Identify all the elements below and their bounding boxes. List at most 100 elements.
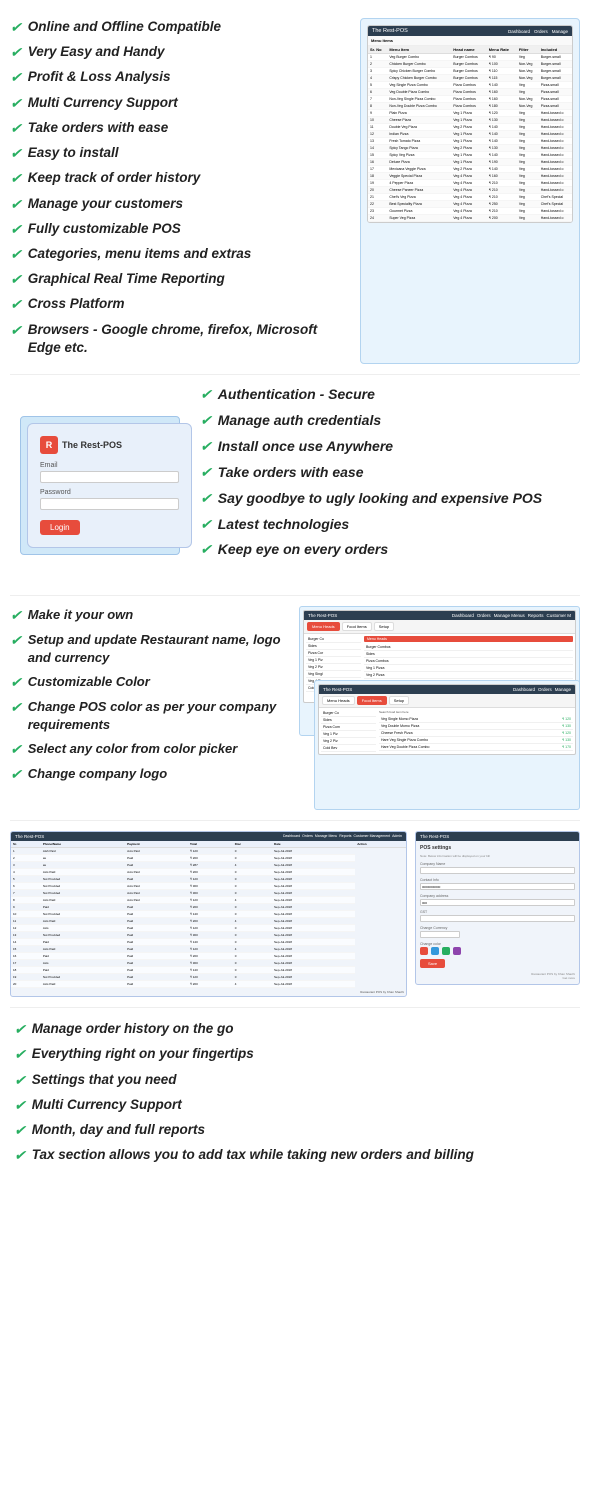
table-row: 17Mexicana Veggie PizzaVeg 2 Pizza₹ 140V… [368, 166, 572, 173]
color-features-list: ✔Make it your own✔Setup and update Resta… [10, 606, 291, 810]
check-icon: ✔ [10, 19, 22, 36]
email-input-mock[interactable] [40, 471, 179, 483]
auth-feature-item: ✔Authentication - Secure [200, 385, 580, 404]
auth-feature-item: ✔Keep eye on every orders [200, 540, 580, 559]
feature-text: Take orders with ease [218, 463, 364, 482]
check-icon: ✔ [10, 120, 22, 137]
table-row: 2Chicken Burger ComboBurger Combos₹ 100N… [368, 61, 572, 68]
check-icon: ✔ [10, 196, 22, 213]
table-row: 17AxisPaid₹ 3000Sep-Jul-2018 [11, 960, 406, 967]
pos-settings-wrap: The Rest-POS POS settings Note: Below in… [415, 831, 580, 985]
bottom-feature-item: ✔ Tax section allows you to add tax while… [14, 1146, 576, 1164]
ss1-nav: DashboardOrdersManage [508, 29, 568, 34]
password-input-mock[interactable] [40, 498, 179, 510]
feature-text: Cross Platform [28, 295, 125, 313]
auth-feature-item: ✔ Take orders with ease [200, 463, 580, 482]
feature-item: ✔Profit & Loss Analysis [10, 68, 350, 86]
color-feature-item: ✔Select any color from color picker [10, 740, 291, 758]
table-row: 10Cheese PizzaVeg 1 Pizza₹ 130VegHand-to… [368, 117, 572, 124]
feature-text: Take orders with ease [28, 119, 169, 137]
color-feature-item: ✔Make it your own [10, 606, 291, 624]
table-row: 5Not ProvidedPaid₹ 1200Sep-Jul-2018 [11, 876, 406, 883]
table-row: 6Not ProvidedAxis Paid₹ 3000Sep-Jul-2018 [11, 883, 406, 890]
bottom-feature-item: ✔ Month, day and full reports [14, 1121, 576, 1139]
table-row: 2asPaid₹ 2000Sep-Jul-2018 [11, 855, 406, 862]
login-button[interactable]: Login [40, 520, 80, 535]
feature-item: ✔ Manage your customers [10, 195, 350, 213]
feature-item: ✔Keep track of order history [10, 169, 350, 187]
table-row: 4Crispy Chicken Burger ComboBurger Combo… [368, 75, 572, 82]
currency-select[interactable] [420, 931, 460, 938]
company-address-input[interactable]: 000 [420, 899, 575, 906]
check-icon: ✔ [200, 516, 212, 533]
color-feature-item: ✔Change POS color as per your company re… [10, 698, 291, 733]
features-list-1: ✔Online and Offline Compatible✔Very Easy… [10, 18, 350, 364]
settings-subtitle: Note: Below information will be displaye… [420, 854, 575, 858]
feature-item: ✔ Categories, menu items and extras [10, 245, 350, 263]
table-row: 3asPaid₹ 2874Sep-Jul-2018 [11, 862, 406, 869]
check-icon: ✔ [14, 1021, 26, 1038]
feature-item: ✔Multi Currency Support [10, 94, 350, 112]
feature-text: Setup and update Restaurant name, logo a… [28, 631, 291, 666]
table-row: 19Not ProvidedPaid₹ 1200Sep-Jul-2018 [11, 974, 406, 981]
feature-text: Make it your own [28, 606, 133, 624]
check-icon: ✔ [10, 699, 22, 716]
section3-color-features: ✔Make it your own✔Setup and update Resta… [0, 596, 590, 820]
table-row: 22Best Speciality PizzaVeg 4 Pizza₹ 250V… [368, 201, 572, 208]
feature-text: Keep track of order history [28, 169, 201, 187]
check-icon: ✔ [10, 246, 22, 263]
feature-text: Categories, menu items and extras [28, 245, 252, 263]
table-row: 18PaidPaid₹ 1400Sep-Jul-2018 [11, 967, 406, 974]
table-row: 12AxisPaid₹ 1200Sep-Jul-2018 [11, 925, 406, 932]
table-row: 6Veg Double Pizza ComboPizza Combos₹ 160… [368, 89, 572, 96]
settings-title: POS settings [420, 845, 575, 851]
bottom-feature-item: ✔Multi Currency Support [14, 1096, 576, 1114]
feature-text: Authentication - Secure [218, 385, 375, 404]
table-row: 8Axis PaidAxis Paid₹ 1204Sep-Jul-2018 [11, 897, 406, 904]
check-icon: ✔ [10, 766, 22, 783]
table-row: 14Spicy Tango PizzaVeg 2 Pizza₹ 130VegHa… [368, 145, 572, 152]
table-row: 12Indian PizzaVeg 1 Pizza₹ 140VegHand-to… [368, 131, 572, 138]
color-feature-item: ✔Customizable Color [10, 673, 291, 691]
company-name-input[interactable] [420, 867, 575, 874]
section5-bottom-features: ✔ Manage order history on the go ✔Everythi… [0, 1008, 590, 1183]
table-row: 5Veg Single Pizza ComboPizza Combos₹ 140… [368, 82, 572, 89]
feature-item: ✔Cross Platform [10, 295, 350, 313]
login-screenshot: R The Rest-POS Email Password Login [10, 385, 190, 585]
contact-info-input[interactable]: 00000000000 [420, 883, 575, 890]
check-icon: ✔ [10, 674, 22, 691]
table-row: 3Spicy Chicken Burger ComboBurger Combos… [368, 68, 572, 75]
table-row: 194 Pepper PizzaVeg 4 Pizza₹ 210VegHand-… [368, 180, 572, 187]
check-icon: ✔ [10, 69, 22, 86]
bottom-feature-item: ✔Everything right on your fingertips [14, 1045, 576, 1063]
feature-text: Very Easy and Handy [28, 43, 165, 61]
table-row: 13Not ProvidedPaid₹ 3000Sep-Jul-2018 [11, 932, 406, 939]
check-icon: ✔ [14, 1122, 26, 1139]
color-feature-item: ✔Change company logo [10, 765, 291, 783]
settings-save-button[interactable]: Save [420, 959, 445, 968]
table-row: 11Double Veg PizzaVeg 2 Pizza₹ 140VegHan… [368, 124, 572, 131]
table-row: 9PaidPaid₹ 2000Sep-Jul-2018 [11, 904, 406, 911]
auth-features-list: ✔Authentication - Secure✔Manage auth cre… [200, 385, 580, 585]
feature-text: Manage order history on the go [32, 1020, 234, 1038]
table-row: 9Plain PizzaVeg 1 Pizza₹ 120VegHand-toss… [368, 110, 572, 117]
check-icon: ✔ [200, 464, 212, 481]
feature-text: Manage your customers [28, 195, 183, 213]
check-icon: ✔ [10, 221, 22, 238]
feature-item: ✔Graphical Real Time Reporting [10, 270, 350, 288]
feature-text: Month, day and full reports [32, 1121, 205, 1139]
auth-feature-item: ✔Latest technologies [200, 515, 580, 534]
check-icon: ✔ [10, 145, 22, 162]
feature-text: Manage auth credentials [218, 411, 381, 430]
table-row: 4Axis PaidAxis Paid₹ 2000Sep-Jul-2018 [11, 869, 406, 876]
table-row: 15Axis PaidPaid₹ 1204Sep-Jul-2018 [11, 946, 406, 953]
gst-input[interactable] [420, 915, 575, 922]
feature-text: Say goodbye to ugly looking and expensiv… [218, 489, 542, 508]
check-icon: ✔ [14, 1046, 26, 1063]
table-row: 13Fresh Tomato PizzaVeg 1 Pizza₹ 140VegH… [368, 138, 572, 145]
check-icon: ✔ [14, 1097, 26, 1114]
check-icon: ✔ [14, 1147, 26, 1164]
feature-text: Tax section allows you to add tax while … [32, 1146, 474, 1164]
table-row: 24Super Veg PizzaVeg 4 Pizza₹ 200VegHand… [368, 215, 572, 222]
check-icon: ✔ [200, 412, 212, 429]
